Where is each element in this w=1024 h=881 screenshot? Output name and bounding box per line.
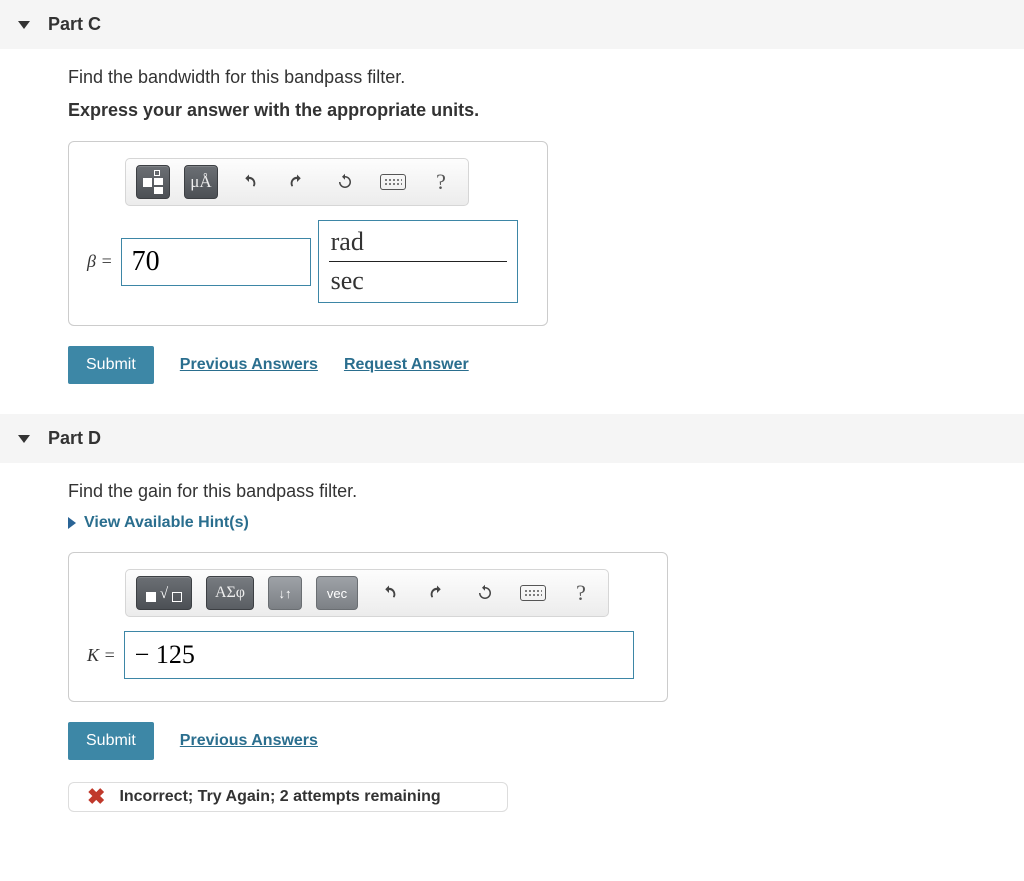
redo-button[interactable]: [420, 576, 454, 610]
bandwidth-unit-input[interactable]: rad sec: [318, 220, 518, 303]
units-button[interactable]: μÅ: [184, 165, 218, 199]
keyboard-button[interactable]: [516, 576, 550, 610]
help-button[interactable]: ?: [564, 576, 598, 610]
part-c-instruction: Express your answer with the appropriate…: [68, 100, 1024, 121]
keyboard-icon: [520, 585, 546, 601]
part-d-equation-row: K =: [87, 631, 649, 679]
part-d-submit-button[interactable]: Submit: [68, 722, 154, 760]
reset-button[interactable]: [468, 576, 502, 610]
part-d-variable-label: K =: [87, 645, 116, 666]
help-button[interactable]: ?: [424, 165, 458, 199]
templates-icon: [143, 170, 163, 194]
caret-right-icon: [68, 517, 76, 529]
part-d-toolbar: √ ΑΣφ ↓↑ vec ?: [125, 569, 609, 617]
unit-numerator: rad: [319, 221, 517, 261]
keyboard-button[interactable]: [376, 165, 410, 199]
part-d-title: Part D: [48, 428, 101, 449]
view-hints-toggle[interactable]: View Available Hint(s): [68, 514, 1024, 532]
redo-icon: [428, 584, 446, 602]
undo-button[interactable]: [232, 165, 266, 199]
reset-icon: [336, 173, 354, 191]
part-c-prompt: Find the bandwidth for this bandpass fil…: [68, 67, 1024, 88]
part-c-answer-box: μÅ ? β = rad sec: [68, 141, 548, 326]
part-d-header[interactable]: Part D: [0, 414, 1024, 463]
swap-button[interactable]: ↓↑: [268, 576, 302, 610]
keyboard-icon: [380, 174, 406, 190]
part-c-equation-row: β = rad sec: [87, 220, 529, 303]
part-c-actions: Submit Previous Answers Request Answer: [68, 346, 1024, 384]
part-c-body: Find the bandwidth for this bandpass fil…: [0, 67, 1024, 414]
undo-icon: [240, 173, 258, 191]
part-d-body: Find the gain for this bandpass filter. …: [0, 481, 1024, 842]
part-c-request-answer-link[interactable]: Request Answer: [344, 356, 469, 374]
bandwidth-value-input[interactable]: [121, 238, 311, 286]
part-d-actions: Submit Previous Answers: [68, 722, 1024, 760]
caret-down-icon[interactable]: [18, 435, 30, 443]
reset-button[interactable]: [328, 165, 362, 199]
part-d-answer-box: √ ΑΣφ ↓↑ vec ? K =: [68, 552, 668, 702]
gain-value-input[interactable]: [124, 631, 634, 679]
incorrect-icon: ✖: [87, 784, 105, 810]
reset-icon: [476, 584, 494, 602]
greek-button[interactable]: ΑΣφ: [206, 576, 254, 610]
math-templates-icon: √: [146, 585, 182, 602]
unit-denominator: sec: [319, 262, 517, 302]
part-c-title: Part C: [48, 14, 101, 35]
redo-icon: [288, 173, 306, 191]
part-c-submit-button[interactable]: Submit: [68, 346, 154, 384]
part-c-variable-label: β =: [87, 251, 113, 272]
redo-button[interactable]: [280, 165, 314, 199]
feedback-text: Incorrect; Try Again; 2 attempts remaini…: [119, 788, 440, 806]
undo-button[interactable]: [372, 576, 406, 610]
part-c-toolbar: μÅ ?: [125, 158, 469, 206]
part-c-header[interactable]: Part C: [0, 0, 1024, 49]
part-c-previous-answers-link[interactable]: Previous Answers: [180, 356, 318, 374]
vec-button[interactable]: vec: [316, 576, 358, 610]
part-d-previous-answers-link[interactable]: Previous Answers: [180, 732, 318, 750]
math-templates-button[interactable]: √: [136, 576, 192, 610]
undo-icon: [380, 584, 398, 602]
caret-down-icon[interactable]: [18, 21, 30, 29]
part-d-feedback-box: ✖ Incorrect; Try Again; 2 attempts remai…: [68, 782, 508, 812]
view-hints-label: View Available Hint(s): [84, 514, 249, 532]
part-d-prompt: Find the gain for this bandpass filter.: [68, 481, 1024, 502]
templates-button[interactable]: [136, 165, 170, 199]
